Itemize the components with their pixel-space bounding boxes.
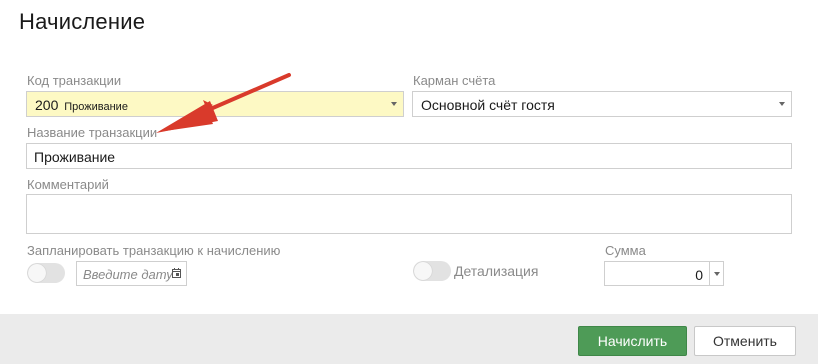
- detail-label: Детализация: [454, 263, 539, 279]
- transaction-code-name: Проживание: [64, 101, 128, 113]
- chevron-down-icon: [391, 102, 397, 106]
- comment-label: Комментарий: [27, 177, 109, 192]
- charge-dialog: Начисление Код транзакции 200 Проживание…: [0, 0, 818, 364]
- toggle-knob: [28, 264, 46, 282]
- comment-textarea[interactable]: [26, 194, 792, 234]
- schedule-toggle[interactable]: [27, 263, 65, 283]
- date-placeholder: Введите дату: [83, 267, 173, 282]
- sum-value: 0: [695, 267, 703, 283]
- transaction-code-select[interactable]: 200 Проживание: [26, 91, 404, 117]
- transaction-name-value: Проживание: [34, 149, 116, 165]
- account-pocket-select[interactable]: Основной счёт гостя: [412, 91, 792, 117]
- red-arrow-icon: [156, 73, 291, 133]
- account-pocket-label: Карман счёта: [413, 73, 496, 88]
- submit-button[interactable]: Начислить: [578, 326, 687, 356]
- schedule-date-input[interactable]: Введите дату: [76, 261, 187, 286]
- chevron-down-icon: [779, 102, 785, 106]
- transaction-code-label: Код транзакции: [27, 73, 122, 88]
- toggle-knob: [414, 262, 432, 280]
- transaction-code-number: 200: [35, 97, 59, 113]
- account-pocket-value: Основной счёт гостя: [421, 97, 555, 113]
- sum-divider: [709, 262, 710, 285]
- cancel-button[interactable]: Отменить: [694, 326, 796, 356]
- transaction-code-value: 200 Проживание: [35, 97, 128, 113]
- transaction-name-input[interactable]: Проживание: [26, 143, 792, 169]
- chevron-down-icon[interactable]: [714, 272, 720, 276]
- dialog-title: Начисление: [19, 9, 146, 34]
- dialog-footer: Начислить Отменить: [0, 314, 818, 364]
- calendar-icon[interactable]: [172, 268, 181, 278]
- schedule-label: Запланировать транзакцию к начислению: [27, 243, 281, 258]
- sum-input[interactable]: 0: [604, 261, 724, 286]
- transaction-name-label: Название транзакции: [27, 125, 158, 140]
- sum-label: Сумма: [605, 243, 646, 258]
- detail-toggle[interactable]: [413, 261, 451, 281]
